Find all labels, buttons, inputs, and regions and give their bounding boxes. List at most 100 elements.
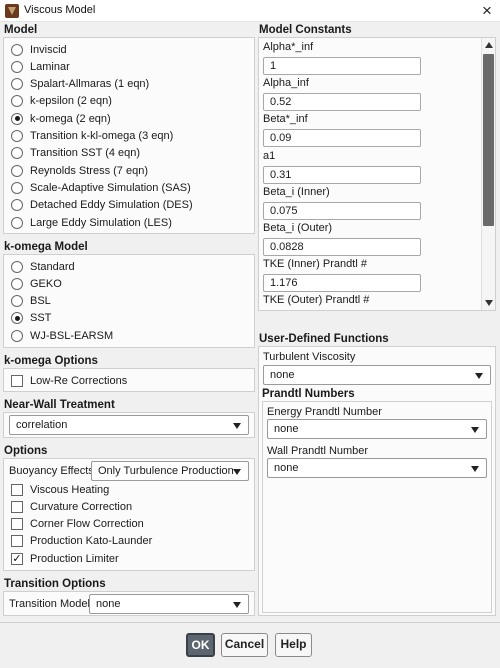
constant-input-alpha-inf[interactable]: 1: [263, 57, 421, 75]
wall-prandtl-value: none: [274, 462, 299, 474]
constant-input-a1[interactable]: 0.31: [263, 165, 421, 184]
radio-button[interactable]: [11, 130, 23, 142]
chevron-down-icon: [471, 427, 479, 433]
constant-label-alpha-inf: Alpha*_inf: [263, 41, 314, 53]
buoyancy-effects-dropdown[interactable]: Only Turbulence Production: [91, 461, 249, 481]
cancel-button[interactable]: Cancel: [221, 633, 268, 657]
radio-button[interactable]: [11, 60, 23, 73]
komega-options-heading: k-omega Options: [4, 355, 98, 367]
model-panel: Inviscid Laminar Spalart-Allmaras (1 eqn) k…: [3, 37, 255, 234]
radio-button[interactable]: [11, 164, 23, 177]
radio-button[interactable]: [11, 295, 23, 308]
model-radio-k-epsilon-2-eqn[interactable]: k-epsilon (2 eqn): [11, 93, 112, 110]
radio-button[interactable]: [11, 43, 23, 56]
viscous-heating-checkbox[interactable]: Viscous Heating: [11, 481, 109, 498]
constant-label-beta-i-inner: Beta_i (Inner): [263, 185, 330, 198]
turbulent-viscosity-dropdown[interactable]: none: [263, 365, 491, 385]
constant-input-beta-inf[interactable]: 0.09: [263, 129, 421, 148]
komega-option-label: SST: [30, 312, 52, 325]
constant-input-beta-i-inner[interactable]: 0.075: [263, 201, 421, 220]
corner-flow-correction-checkbox[interactable]: Corner Flow Correction: [11, 516, 144, 533]
options-panel: Buoyancy Effects Only Turbulence Product…: [3, 458, 255, 571]
radio-button[interactable]: [11, 181, 23, 194]
title-bar: Viscous Model ×: [0, 0, 500, 22]
app-icon: [5, 4, 19, 18]
checkbox-box[interactable]: [11, 374, 23, 387]
chevron-down-icon: [233, 469, 241, 475]
model-option-label: Inviscid: [30, 43, 67, 56]
komega-radio-geko[interactable]: GEKO: [11, 275, 62, 292]
curvature-correction-label: Curvature Correction: [30, 500, 133, 513]
radio-button[interactable]: [11, 95, 23, 108]
low-re-corrections-checkbox[interactable]: Low-Re Corrections: [11, 372, 127, 389]
komega-radio-bsl[interactable]: BSL: [11, 293, 51, 310]
turbulent-viscosity-value: none: [270, 369, 295, 381]
model-radio-reynolds-stress-7-eqn[interactable]: Reynolds Stress (7 eqn): [11, 162, 148, 179]
production-limiter-checkbox[interactable]: ✓ Production Limiter: [11, 550, 119, 567]
checkbox-box[interactable]: [11, 518, 23, 531]
chevron-down-icon: [233, 602, 241, 608]
radio-button[interactable]: [11, 147, 23, 160]
close-icon[interactable]: ×: [474, 0, 500, 22]
radio-button[interactable]: [11, 260, 23, 273]
constant-label-alpha-inf: Alpha_inf: [263, 77, 309, 90]
komega-option-label: BSL: [30, 295, 51, 308]
curvature-correction-checkbox[interactable]: Curvature Correction: [11, 498, 132, 515]
radio-button[interactable]: [11, 78, 23, 91]
scroll-thumb[interactable]: [483, 54, 494, 226]
komega-option-label: WJ-BSL-EARSM: [30, 329, 114, 342]
radio-button[interactable]: [11, 199, 23, 212]
scroll-down-icon[interactable]: [485, 300, 493, 306]
model-radio-spalart-allmaras-1-eqn[interactable]: Spalart-Allmaras (1 eqn): [11, 76, 149, 93]
komega-radio-standard[interactable]: Standard: [11, 258, 75, 275]
footer-divider: [0, 622, 500, 623]
checkmark-icon[interactable]: ✓: [11, 552, 23, 565]
chevron-down-icon: [475, 373, 483, 379]
window-title: Viscous Model: [24, 4, 96, 16]
checkbox-box[interactable]: [11, 535, 23, 548]
radio-button[interactable]: [11, 329, 23, 342]
energy-prandtl-dropdown[interactable]: none: [267, 419, 487, 439]
constant-input-tke-inner-prandtl[interactable]: 1.176: [263, 274, 421, 293]
constants-scrollbar[interactable]: [481, 38, 495, 310]
ok-button[interactable]: OK: [186, 633, 215, 657]
model-radio-laminar[interactable]: Laminar: [11, 58, 70, 75]
viscous-heating-label: Viscous Heating: [30, 483, 110, 496]
model-radio-large-eddy-simulation-les[interactable]: Large Eddy Simulation (LES): [11, 214, 172, 231]
radio-button[interactable]: [11, 277, 23, 290]
radio-button[interactable]: [11, 312, 23, 325]
scroll-up-icon[interactable]: [485, 42, 493, 48]
constant-input-beta-i-outer[interactable]: 0.0828: [263, 238, 421, 256]
transition-model-dropdown[interactable]: none: [89, 594, 249, 614]
near-wall-dropdown[interactable]: correlation: [9, 415, 249, 435]
wall-prandtl-dropdown[interactable]: none: [267, 458, 487, 478]
checkbox-box[interactable]: [11, 500, 23, 513]
model-option-label: k-omega (2 eqn): [30, 112, 111, 125]
options-heading: Options: [4, 445, 48, 457]
komega-radio-wj-bsl-earsm[interactable]: WJ-BSL-EARSM: [11, 327, 113, 344]
constant-input-alpha-inf[interactable]: 0.52: [263, 93, 421, 112]
model-radio-k-omega-2-eqn[interactable]: k-omega (2 eqn): [11, 110, 111, 127]
corner-flow-correction-label: Corner Flow Correction: [30, 518, 144, 531]
komega-radio-sst[interactable]: SST: [11, 310, 51, 327]
help-button[interactable]: Help: [275, 633, 312, 657]
model-radio-transition-k-kl-omega-3-eqn[interactable]: Transition k-kl-omega (3 eqn): [11, 128, 173, 145]
model-option-label: Transition k-kl-omega (3 eqn): [30, 130, 174, 142]
model-option-label: Scale-Adaptive Simulation (SAS): [30, 181, 191, 194]
checkbox-box[interactable]: [11, 483, 23, 496]
near-wall-panel: correlation: [3, 412, 255, 438]
energy-prandtl-label: Energy Prandtl Number: [267, 406, 382, 418]
near-wall-heading: Near-Wall Treatment: [4, 399, 115, 411]
production-kato-launder-checkbox[interactable]: Production Kato-Launder: [11, 533, 152, 550]
model-radio-transition-sst-4-eqn[interactable]: Transition SST (4 eqn): [11, 145, 140, 162]
radio-button[interactable]: [11, 216, 23, 229]
model-radio-inviscid[interactable]: Inviscid: [11, 41, 67, 58]
prandtl-numbers-heading: Prandtl Numbers: [262, 388, 355, 400]
model-radio-scale-adaptive-simulation-sas[interactable]: Scale-Adaptive Simulation (SAS): [11, 179, 191, 196]
transition-options-panel: Transition Model none: [3, 591, 255, 616]
model-heading: Model: [4, 24, 38, 36]
radio-button[interactable]: [11, 112, 23, 125]
energy-prandtl-value: none: [274, 423, 299, 435]
constant-label-a1: a1: [263, 149, 276, 162]
model-radio-detached-eddy-simulation-des[interactable]: Detached Eddy Simulation (DES): [11, 197, 193, 214]
